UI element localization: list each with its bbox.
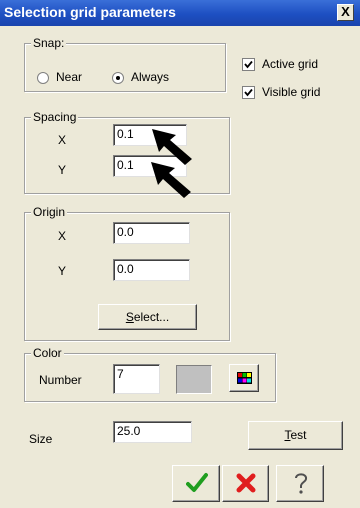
snap-label: Snap: [31, 36, 67, 50]
visible-grid-label: Visible grid [262, 85, 321, 99]
snap-group: Snap: [24, 36, 226, 92]
size-label: Size [29, 432, 53, 446]
origin-y-label: Y [58, 264, 67, 278]
color-palette-icon [237, 372, 252, 387]
visible-grid-checkbox[interactable] [242, 86, 255, 99]
origin-x-label: X [58, 229, 67, 243]
title-bar: Selection grid parameters [0, 0, 360, 26]
color-swatch[interactable] [176, 365, 212, 394]
active-grid-label: Active grid [262, 57, 319, 71]
pointer-arrow-icon [149, 160, 194, 203]
size-input[interactable]: 25.0 [113, 421, 192, 443]
cross-icon [235, 472, 257, 497]
ok-button[interactable] [172, 465, 220, 502]
checkmark-icon [186, 472, 208, 497]
snap-always-radio[interactable] [112, 72, 124, 84]
spacing-y-label: Y [58, 163, 67, 177]
color-number-label: Number [39, 373, 82, 387]
cancel-button[interactable] [222, 465, 269, 502]
question-icon [290, 471, 312, 498]
snap-always-label: Always [131, 70, 170, 84]
select-button-label: Select... [125, 310, 170, 324]
window-title: Selection grid parameters [4, 4, 176, 20]
color-label: Color [31, 346, 64, 360]
snap-near-label: Near [56, 70, 83, 84]
test-button-label: Test [284, 428, 307, 442]
origin-y-input[interactable]: 0.0 [113, 259, 190, 281]
spacing-x-label: X [58, 133, 67, 147]
test-button[interactable]: Test [248, 421, 343, 450]
active-grid-checkbox[interactable] [242, 58, 255, 71]
help-button[interactable] [276, 465, 324, 502]
color-palette-button[interactable] [229, 364, 259, 392]
spacing-label: Spacing [31, 110, 79, 124]
origin-x-input[interactable]: 0.0 [113, 222, 190, 244]
close-button[interactable]: X [337, 4, 354, 21]
selection-grid-dialog: Selection grid parameters X Snap: Near A… [0, 0, 360, 508]
color-number-input[interactable]: 7 [113, 364, 160, 394]
origin-label: Origin [31, 205, 68, 219]
snap-near-radio[interactable] [37, 72, 49, 84]
select-button[interactable]: Select... [98, 304, 197, 330]
